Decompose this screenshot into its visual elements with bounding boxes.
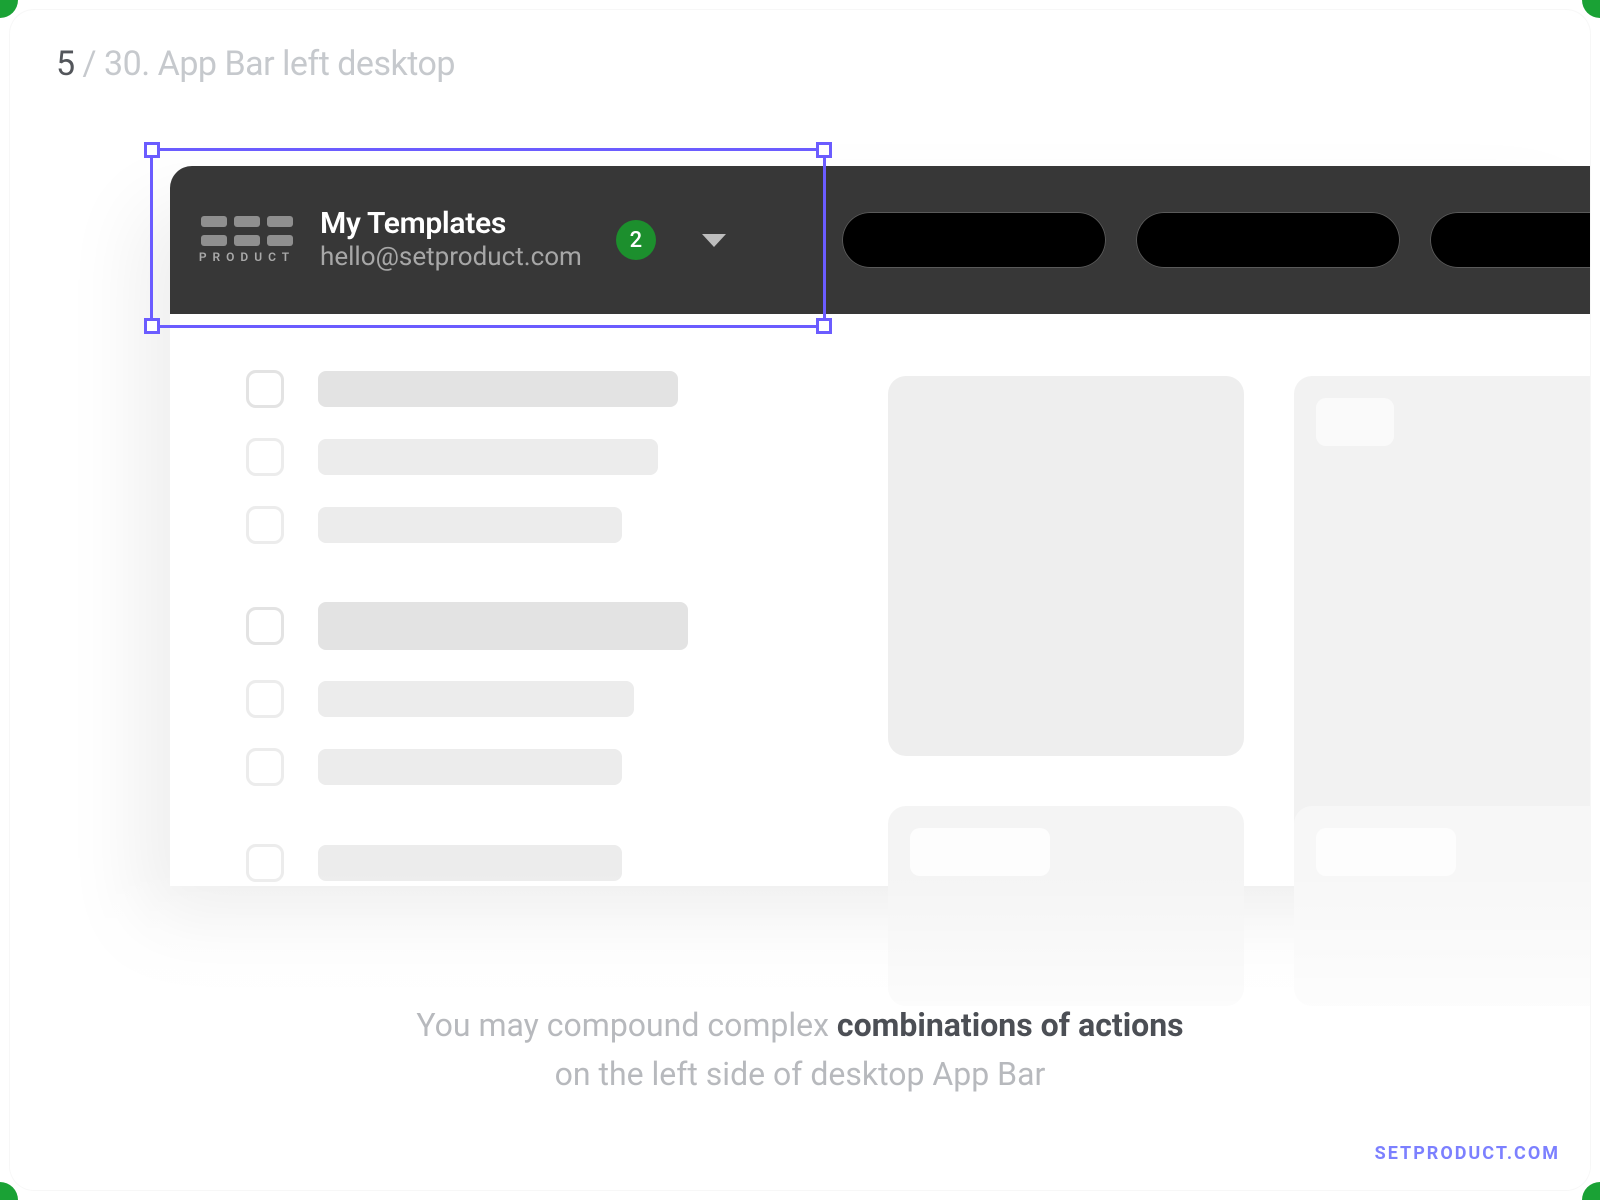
caption-text: You may compound complex	[416, 1006, 837, 1044]
caption-text: on the left side of desktop App Bar	[555, 1055, 1046, 1093]
placeholder-checkbox	[246, 680, 284, 718]
account-switcher[interactable]: My Templates hello@setproduct.com	[320, 207, 582, 273]
pager-sep: /	[75, 44, 104, 84]
slide-card: 5 / 30. App Bar left desktop	[10, 10, 1590, 1190]
placeholder-card	[888, 806, 1244, 1006]
corner-marker	[0, 1182, 18, 1200]
placeholder-checkbox	[246, 607, 284, 645]
action-pill[interactable]	[1136, 212, 1400, 268]
placeholder-bar	[318, 749, 622, 785]
logo-mark-icon	[201, 216, 293, 246]
caption: You may compound complex combinations of…	[10, 1001, 1590, 1100]
chevron-down-icon[interactable]	[702, 234, 726, 247]
brand-logo[interactable]: PRODUCT	[200, 216, 294, 264]
placeholder-card	[1294, 806, 1590, 1006]
placeholder-bar	[318, 439, 658, 475]
placeholder-checkbox	[246, 506, 284, 544]
card-column	[888, 806, 1590, 1006]
card-column	[888, 376, 1590, 866]
logo-subtext: PRODUCT	[199, 250, 295, 264]
placeholder-bar	[318, 371, 678, 407]
placeholder-bar	[318, 602, 688, 650]
pager-title: App Bar left desktop	[158, 44, 455, 84]
placeholder-bar	[318, 681, 634, 717]
corner-marker	[1582, 0, 1600, 18]
placeholder-checkbox	[246, 748, 284, 786]
resize-handle[interactable]	[144, 318, 160, 334]
corner-marker	[1582, 1182, 1600, 1200]
app-bar: PRODUCT My Templates hello@setproduct.co…	[170, 166, 1590, 314]
pager-current: 5	[56, 44, 75, 84]
placeholder-bar	[318, 507, 622, 543]
badge-count: 2	[630, 228, 643, 253]
placeholder-checkbox	[246, 438, 284, 476]
notification-badge[interactable]: 2	[616, 220, 656, 260]
placeholder-checkbox	[246, 370, 284, 408]
action-pill[interactable]	[1430, 212, 1590, 268]
appbar-actions	[842, 212, 1590, 268]
placeholder-checkbox	[246, 844, 284, 882]
action-pill[interactable]	[842, 212, 1106, 268]
placeholder-card	[1294, 376, 1590, 866]
resize-handle[interactable]	[816, 142, 832, 158]
pager-total: 30.	[104, 44, 150, 84]
appbar-title: My Templates	[320, 207, 582, 242]
caption-bold: combinations of actions	[837, 1006, 1184, 1044]
breadcrumb: 5 / 30. App Bar left desktop	[56, 44, 455, 84]
resize-handle[interactable]	[144, 142, 160, 158]
app-window: PRODUCT My Templates hello@setproduct.co…	[170, 166, 1590, 886]
placeholder-bar	[318, 845, 622, 881]
watermark-link[interactable]: SETPRODUCT.COM	[1375, 1143, 1560, 1164]
appbar-subtitle: hello@setproduct.com	[320, 242, 582, 273]
placeholder-card	[888, 376, 1244, 756]
corner-marker	[0, 0, 18, 18]
